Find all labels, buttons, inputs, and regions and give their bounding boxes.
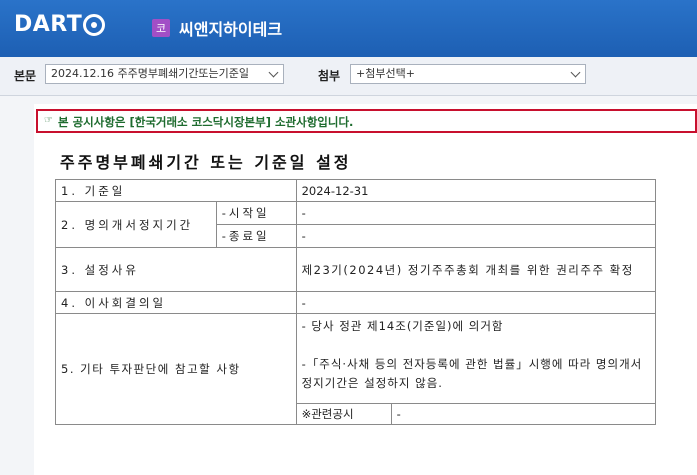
board-date-label: 4. 이사회결의일: [55, 291, 297, 314]
kosdaq-badge: 코: [152, 19, 170, 37]
table-row: 4. 이사회결의일 -: [55, 291, 657, 314]
closure-period-label: 2. 명의개서정지기간: [55, 201, 217, 248]
logo-globe-icon: [83, 13, 106, 36]
record-date-label: 1. 기준일: [55, 179, 297, 202]
main-doc-label: 본문: [14, 69, 37, 83]
table-row: 2. 명의개서정지기간 -시작일 -: [55, 201, 657, 248]
notice-text: 본 공시사항은 [한국거래소 코스닥시장본부] 소관사항입니다.: [58, 115, 354, 129]
other-notes: - 당사 정관 제14조(기준일)에 의거함 -「주식·사채 등의 전자등록에 …: [297, 314, 655, 403]
attach-value: +첨부선택+: [356, 67, 415, 80]
disclosure-table: 1. 기준일 2024-12-31 2. 명의개서정지기간 -시작일 - -종료…: [55, 179, 657, 425]
logo-text: DART: [14, 12, 83, 37]
other-label: 5. 기타 투자판단에 참고할 사항: [55, 313, 297, 425]
closure-end-value: -: [295, 224, 657, 248]
related-label: ※관련공시: [296, 403, 392, 424]
attach-select[interactable]: +첨부선택+: [350, 64, 586, 84]
top-bar: DART 코 씨앤지하이테크: [0, 0, 697, 57]
board-date-value: -: [295, 291, 657, 314]
closure-start-value: -: [295, 201, 657, 225]
related-disclosure-table: ※관련공시 -: [296, 403, 655, 424]
table-row: 3. 설정사유 제23기(2024년) 정기주주총회 개최를 위한 권리주주 확…: [55, 247, 657, 292]
attach-label: 첨부: [318, 69, 341, 83]
reason-value: 제23기(2024년) 정기주주총회 개최를 위한 권리주주 확정: [295, 247, 657, 292]
company-name: 씨앤지하이테크: [179, 20, 283, 39]
table-row: 5. 기타 투자판단에 참고할 사항 - 당사 정관 제14조(기준일)에 의거…: [55, 313, 657, 425]
related-value: -: [390, 403, 655, 424]
main-doc-value: 2024.12.16 주주명부폐쇄기간또는기준일: [51, 67, 250, 80]
closure-end-label: -종료일: [215, 224, 297, 248]
notice-box: ☞ 본 공시사항은 [한국거래소 코스닥시장본부] 소관사항입니다.: [36, 109, 697, 133]
other-line2: -「주식·사채 등의 전자등록에 관한 법률」시행에 따라 명의개서정지기간은 …: [301, 357, 643, 390]
table-row: 1. 기준일 2024-12-31: [55, 179, 657, 202]
filter-bar: 본문 2024.12.16 주주명부폐쇄기간또는기준일 첨부 +첨부선택+: [0, 57, 697, 96]
company-header: 코 씨앤지하이테크: [152, 16, 282, 40]
chevron-down-icon: [268, 67, 279, 78]
dart-logo[interactable]: DART: [14, 12, 106, 37]
chevron-down-icon: [570, 67, 581, 78]
main-doc-select[interactable]: 2024.12.16 주주명부폐쇄기간또는기준일: [45, 64, 284, 84]
closure-start-label: -시작일: [215, 201, 297, 225]
reason-label: 3. 설정사유: [55, 247, 297, 292]
record-date-value: 2024-12-31: [295, 179, 657, 202]
document-title: 주주명부폐쇄기간 또는 기준일 설정: [60, 153, 352, 172]
pointing-hand-icon: ☞: [44, 115, 53, 126]
other-line1: - 당사 정관 제14조(기준일)에 의거함: [301, 319, 504, 333]
other-cell: - 당사 정관 제14조(기준일)에 의거함 -「주식·사채 등의 전자등록에 …: [295, 313, 657, 425]
